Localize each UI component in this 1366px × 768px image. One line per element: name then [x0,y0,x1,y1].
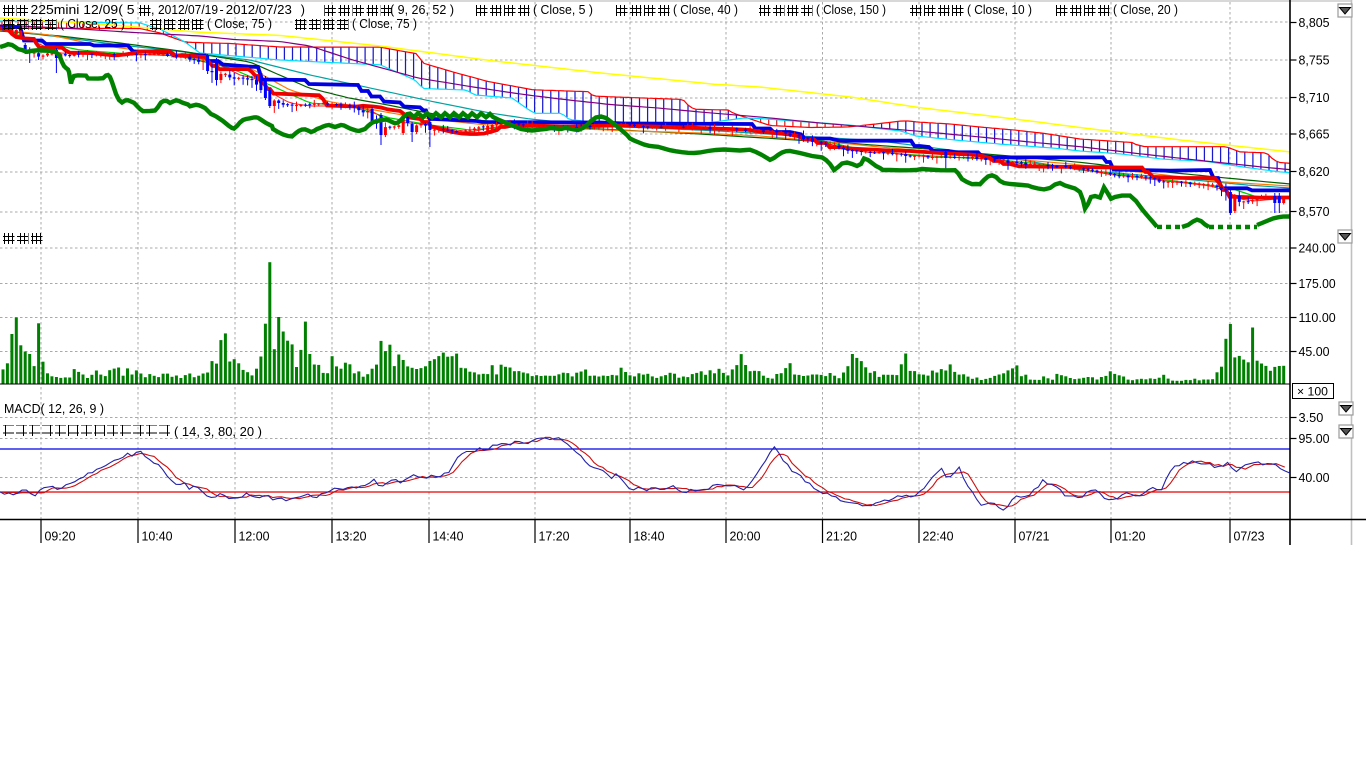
svg-text:45.00: 45.00 [1299,345,1330,359]
svg-text:95.00: 95.00 [1299,432,1330,446]
svg-text:18:40: 18:40 [634,530,665,544]
svg-text:( Close, 75 ): ( Close, 75 ) [352,17,417,31]
svg-text:17:20: 17:20 [539,530,570,544]
svg-text:20:00: 20:00 [730,530,761,544]
svg-text:8,755: 8,755 [1299,54,1330,68]
svg-text:01:20: 01:20 [1115,530,1146,544]
svg-text:( 9, 26, 52 ): ( 9, 26, 52 ) [390,3,454,17]
svg-text:( Close, 40 ): ( Close, 40 ) [673,3,738,17]
svg-text:110.00: 110.00 [1299,311,1336,325]
svg-text:2012/07/19: 2012/07/19 [158,3,218,17]
svg-text:07/21: 07/21 [1019,530,1050,544]
svg-text:( Close, 75 ): ( Close, 75 ) [207,17,272,31]
svg-text:10:40: 10:40 [142,530,173,544]
svg-text:175.00: 175.00 [1299,277,1336,291]
svg-text:( Close, 5 ): ( Close, 5 ) [533,3,593,17]
svg-text:( Close, 25 ): ( Close, 25 ) [60,17,125,31]
svg-text:22:40: 22:40 [923,530,954,544]
svg-text:2012/07/23: 2012/07/23 [226,3,292,17]
svg-text:8,665: 8,665 [1299,128,1330,142]
svg-text:8,620: 8,620 [1299,165,1330,179]
svg-text:225mini 12/09( 5: 225mini 12/09( 5 [31,3,135,17]
svg-text:14:40: 14:40 [433,530,464,544]
svg-text:8,710: 8,710 [1299,91,1330,105]
svg-text:8,805: 8,805 [1299,16,1330,30]
svg-text:MACD( 12, 26, 9 ): MACD( 12, 26, 9 ) [4,402,104,416]
svg-text:( Close, 10 ): ( Close, 10 ) [967,3,1032,17]
svg-text:07/23: 07/23 [1234,530,1265,544]
svg-text:40.00: 40.00 [1299,471,1330,485]
svg-text:-: - [220,3,224,17]
svg-text:3.50: 3.50 [1299,411,1324,425]
svg-text:21:20: 21:20 [826,530,857,544]
svg-text:8,570: 8,570 [1299,205,1330,219]
svg-text:): ) [301,3,305,17]
svg-text:( Close, 20 ): ( Close, 20 ) [1113,3,1178,17]
svg-text:( Close, 150 ): ( Close, 150 ) [816,3,886,17]
svg-text:240.00: 240.00 [1299,242,1336,256]
svg-text:( 14, 3, 80, 20 ): ( 14, 3, 80, 20 ) [174,425,262,439]
svg-text:,: , [151,3,154,17]
svg-text:12:00: 12:00 [239,530,270,544]
svg-text:09:20: 09:20 [45,530,76,544]
svg-text:× 100: × 100 [1297,387,1328,399]
svg-text:13:20: 13:20 [336,530,367,544]
